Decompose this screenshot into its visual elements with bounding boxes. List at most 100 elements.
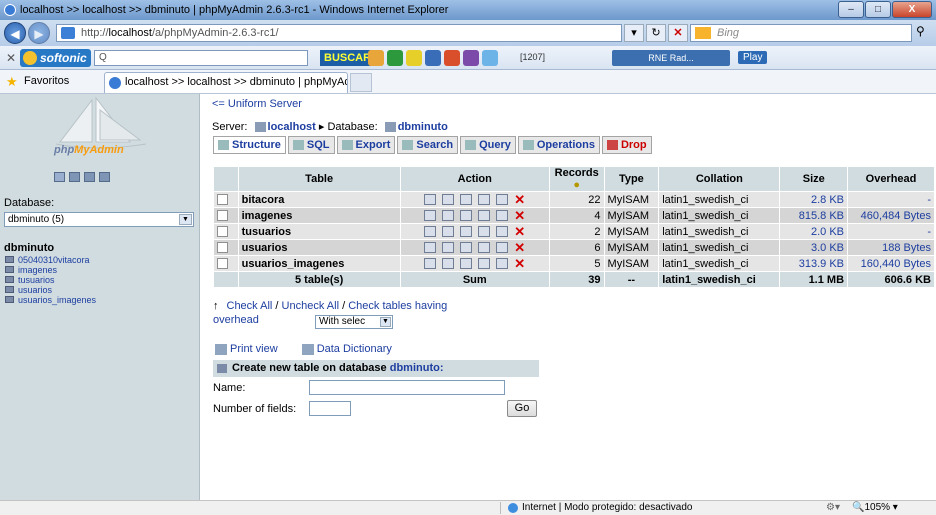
radio-button[interactable]: RNE Rad... [612,50,730,66]
table-row[interactable]: bitacora ✕ 22 MyISAM latin1_swedish_ci 2.8 KB… [214,192,934,207]
new-tab-button[interactable] [350,73,372,92]
browse-icon[interactable] [423,210,436,222]
sidebar-item-table[interactable]: imagenes [4,265,96,275]
toolbar-close-icon[interactable]: ✕ [6,51,16,65]
select-icon[interactable] [441,258,454,270]
browse-icon[interactable] [423,194,436,206]
row-checkbox[interactable] [217,226,228,238]
row-checkbox-cell[interactable] [214,192,238,207]
properties-icon[interactable] [477,210,490,222]
select-icon[interactable] [441,194,454,206]
stop-icon[interactable]: ✕ [668,24,688,42]
with-selected-select[interactable]: With selec ▼ [315,315,393,329]
insert-icon[interactable] [459,226,472,238]
properties-icon[interactable] [477,194,490,206]
maximize-button[interactable]: □ [865,1,891,18]
num-fields-input[interactable] [309,401,351,416]
go-button[interactable]: Go [507,400,537,417]
back-arrow-icon[interactable]: ◀ [4,22,26,44]
sidebar-item-table[interactable]: usuarios_imagenes [4,295,96,305]
row-overhead[interactable]: 160,440 Bytes [848,256,934,271]
sidebar-item-table[interactable]: 05040310vitacora [4,255,96,265]
toolbar-icon-3[interactable] [406,50,422,66]
row-checkbox[interactable] [217,258,228,270]
favorites-button[interactable]: ★ Favoritos [6,74,69,89]
table-name-link[interactable]: tusuarios [238,224,400,239]
row-checkbox-cell[interactable] [214,240,238,255]
address-input[interactable]: http://localhost/a/phpMyAdmin-2.6.3-rc1/ [56,24,622,42]
info-icon[interactable]: ● [573,179,580,191]
browse-icon[interactable] [423,242,436,254]
server-link[interactable]: localhost [268,121,316,133]
toolbar-icon-1[interactable] [368,50,384,66]
table-name-input[interactable] [309,380,505,395]
tab-query[interactable]: Query [460,136,516,154]
browse-icon[interactable] [423,226,436,238]
buscar-button[interactable]: BUSCAR [320,50,376,66]
check-overhead-link[interactable]: Check tables having [348,300,447,312]
rss-icon[interactable] [482,50,498,66]
tab-search[interactable]: Search [397,136,459,154]
properties-icon[interactable] [477,258,490,270]
row-size[interactable]: 313.9 KB [780,256,848,271]
table-row[interactable]: tusuarios ✕ 2 MyISAM latin1_swedish_ci 2.0 KB… [214,224,934,239]
sql-query-icon[interactable] [69,172,80,182]
search-icon[interactable]: ⚲ [916,24,925,38]
row-checkbox[interactable] [217,242,228,254]
table-name-link[interactable]: bitacora [238,192,400,207]
table-name-link[interactable]: imagenes [238,208,400,223]
toolbar-icon-4[interactable] [425,50,441,66]
print-view-link[interactable]: Print view [215,343,278,355]
bing-search-input[interactable]: Bing [690,24,912,42]
phpmyadmin-logo[interactable]: phpMyAdmin [0,94,200,162]
insert-icon[interactable] [459,210,472,222]
header-records[interactable]: Records ● [549,167,604,191]
protected-mode-icon[interactable]: ⚙▾ [826,501,840,515]
row-size[interactable]: 2.8 KB [780,192,848,207]
drop-table-icon[interactable]: ✕ [514,241,526,254]
docs-icon[interactable] [99,172,110,182]
tab-export[interactable]: Export [336,136,396,154]
refresh-icon[interactable]: ↻ [646,24,666,42]
uncheck-all-link[interactable]: Uncheck All [282,300,339,312]
check-all-link[interactable]: Check All [227,300,273,312]
play-button[interactable]: Play [738,51,768,64]
drop-table-icon[interactable]: ✕ [514,257,526,270]
toolbar-icon-6[interactable] [463,50,479,66]
query-window-icon[interactable] [84,172,95,182]
zoom-control[interactable]: 🔍105% ▾ [852,501,898,515]
insert-icon[interactable] [459,194,472,206]
overhead-link[interactable]: overhead [213,314,259,326]
row-size[interactable]: 3.0 KB [780,240,848,255]
row-overhead[interactable]: - [848,192,934,207]
sidebar-db-name[interactable]: dbminuto [4,242,54,254]
row-checkbox-cell[interactable] [214,256,238,271]
table-row[interactable]: usuarios ✕ 6 MyISAM latin1_swedish_ci 3.0 KB 1… [214,240,934,255]
table-row[interactable]: imagenes ✕ 4 MyISAM latin1_swedish_ci 815.8 K… [214,208,934,223]
properties-icon[interactable] [477,226,490,238]
toolbar-icon-5[interactable] [444,50,460,66]
minimize-button[interactable]: – [838,1,864,18]
empty-icon[interactable] [495,226,508,238]
data-dictionary-link[interactable]: Data Dictionary [301,343,392,355]
table-name-link[interactable]: usuarios_imagenes [238,256,400,271]
table-name-link[interactable]: usuarios [238,240,400,255]
toolbar-icon-2[interactable] [387,50,403,66]
close-window-button[interactable]: X [892,1,932,18]
browser-tab[interactable]: localhost >> localhost >> dbminuto | php… [104,72,348,93]
chevron-down-icon[interactable]: ▼ [179,214,192,225]
chevron-down-icon[interactable]: ▼ [380,317,391,327]
row-checkbox[interactable] [217,210,228,222]
softonic-button[interactable]: softonic [20,49,91,67]
select-icon[interactable] [441,242,454,254]
insert-icon[interactable] [459,258,472,270]
select-icon[interactable] [441,226,454,238]
row-checkbox-cell[interactable] [214,224,238,239]
forward-arrow-icon[interactable]: ▶ [28,22,50,44]
row-checkbox[interactable] [217,194,228,206]
security-zone[interactable]: Internet | Modo protegido: desactivado [508,501,692,515]
empty-icon[interactable] [495,210,508,222]
tab-operations[interactable]: Operations [517,136,600,154]
database-link[interactable]: dbminuto [398,121,448,133]
empty-icon[interactable] [495,194,508,206]
